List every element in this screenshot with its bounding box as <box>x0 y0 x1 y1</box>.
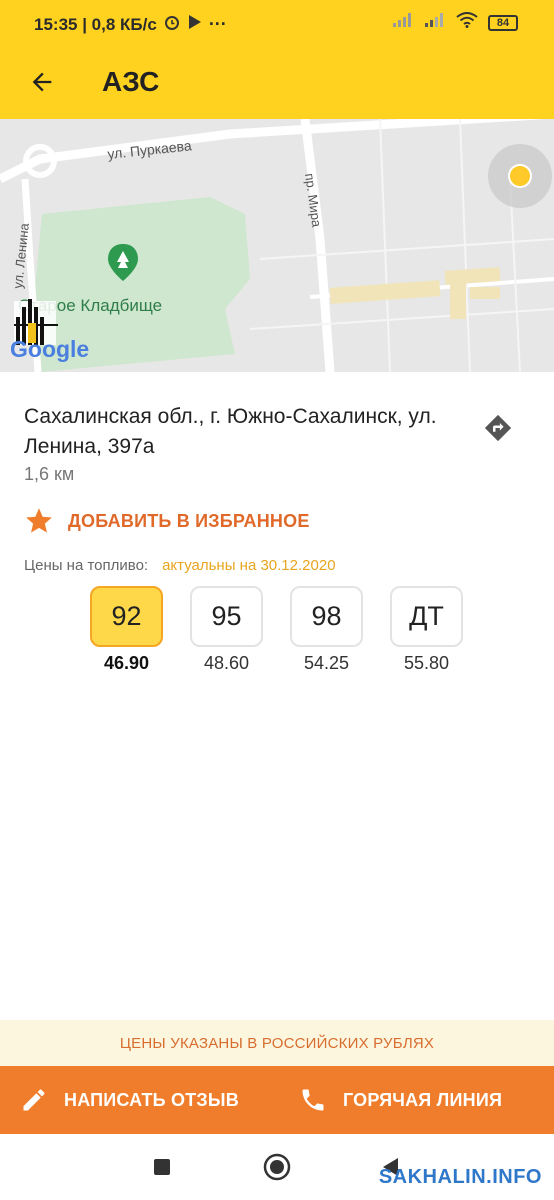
watermark: SAKHALIN.INFO <box>378 1166 542 1188</box>
prices-header: Цены на топливо: актуальны на 30.12.2020 <box>24 557 336 574</box>
fuel-option-92[interactable]: 92 46.90 <box>90 586 163 674</box>
status-left: 15:35 | 0,8 КБ/с ··· <box>34 13 227 36</box>
phone-icon <box>302 1089 324 1111</box>
status-bar: 15:35 | 0,8 КБ/с ··· 84 <box>0 0 554 48</box>
directions-icon <box>484 414 512 442</box>
home-circle-icon <box>263 1153 291 1181</box>
write-review-button[interactable]: НАПИСАТЬ ОТЗЫВ <box>0 1066 275 1134</box>
app-bar: АЗС <box>0 48 554 119</box>
battery-icon: 84 <box>488 14 518 31</box>
add-favorite-button[interactable]: ДОБАВИТЬ В ИЗБРАННОЕ <box>24 506 310 536</box>
status-right: 84 <box>392 12 518 33</box>
station-distance: 1,6 км <box>24 464 75 484</box>
fuel-price: 55.80 <box>403 653 450 673</box>
fuel-option-95[interactable]: 95 48.60 <box>190 586 263 674</box>
hotline-label: ГОРЯЧАЯ ЛИНИЯ <box>343 1089 503 1110</box>
home-button[interactable] <box>262 1152 292 1182</box>
fuel-list: 92 46.90 95 48.60 98 54.25 ДТ 55.80 <box>90 586 463 674</box>
pencil-icon <box>23 1089 45 1111</box>
prices-label: Цены на топливо: <box>24 557 149 574</box>
star-icon <box>26 508 52 533</box>
alarm-icon <box>163 13 181 36</box>
station-address: Сахалинская обл., г. Южно-Сахалинск, ул.… <box>24 405 437 458</box>
signal-icon <box>392 12 414 33</box>
add-favorite-label: ДОБАВИТЬ В ИЗБРАННОЕ <box>68 510 310 531</box>
prices-updated: актуальны на 30.12.2020 <box>162 557 336 574</box>
fuel-grade: ДТ <box>390 586 463 647</box>
page-title: АЗС <box>102 66 160 97</box>
wifi-icon <box>456 12 478 33</box>
back-button[interactable] <box>20 60 64 104</box>
write-review-label: НАПИСАТЬ ОТЗЫВ <box>64 1089 239 1110</box>
map-canvas: ул. Пуркаева пр. Мира ул. Ленина Старое … <box>0 119 554 372</box>
status-time: 15:35 | 0,8 КБ/с <box>34 14 157 34</box>
currency-notice: ЦЕНЫ УКАЗАНЫ В РОССИЙСКИХ РУБЛЯХ <box>0 1020 554 1066</box>
map[interactable]: ул. Пуркаева пр. Мира ул. Ленина Старое … <box>0 119 554 372</box>
fuel-option-dt[interactable]: ДТ 55.80 <box>390 586 463 674</box>
top-bar: 15:35 | 0,8 КБ/с ··· 84 АЗС <box>0 0 554 119</box>
square-icon <box>154 1159 170 1175</box>
fuel-grade: 95 <box>190 586 263 647</box>
fuel-price: 54.25 <box>303 653 350 673</box>
fuel-price: 46.90 <box>103 653 150 673</box>
action-bar: НАПИСАТЬ ОТЗЫВ ГОРЯЧАЯ ЛИНИЯ <box>0 1066 554 1134</box>
fuel-price: 48.60 <box>203 653 250 673</box>
more-dots-icon: ··· <box>208 14 227 34</box>
recents-button[interactable] <box>147 1152 177 1182</box>
hotline-button[interactable]: ГОРЯЧАЯ ЛИНИЯ <box>275 1066 554 1134</box>
fuel-grade: 92 <box>90 586 163 647</box>
location-dot-icon <box>508 164 532 188</box>
fuel-option-98[interactable]: 98 54.25 <box>290 586 363 674</box>
google-logo: Google <box>10 336 89 362</box>
fuel-grade: 98 <box>290 586 363 647</box>
my-location-button[interactable] <box>488 144 552 208</box>
signal-2-icon <box>424 12 446 33</box>
directions-button[interactable] <box>478 408 518 448</box>
play-icon <box>187 13 203 36</box>
arrow-back-icon <box>32 72 52 92</box>
